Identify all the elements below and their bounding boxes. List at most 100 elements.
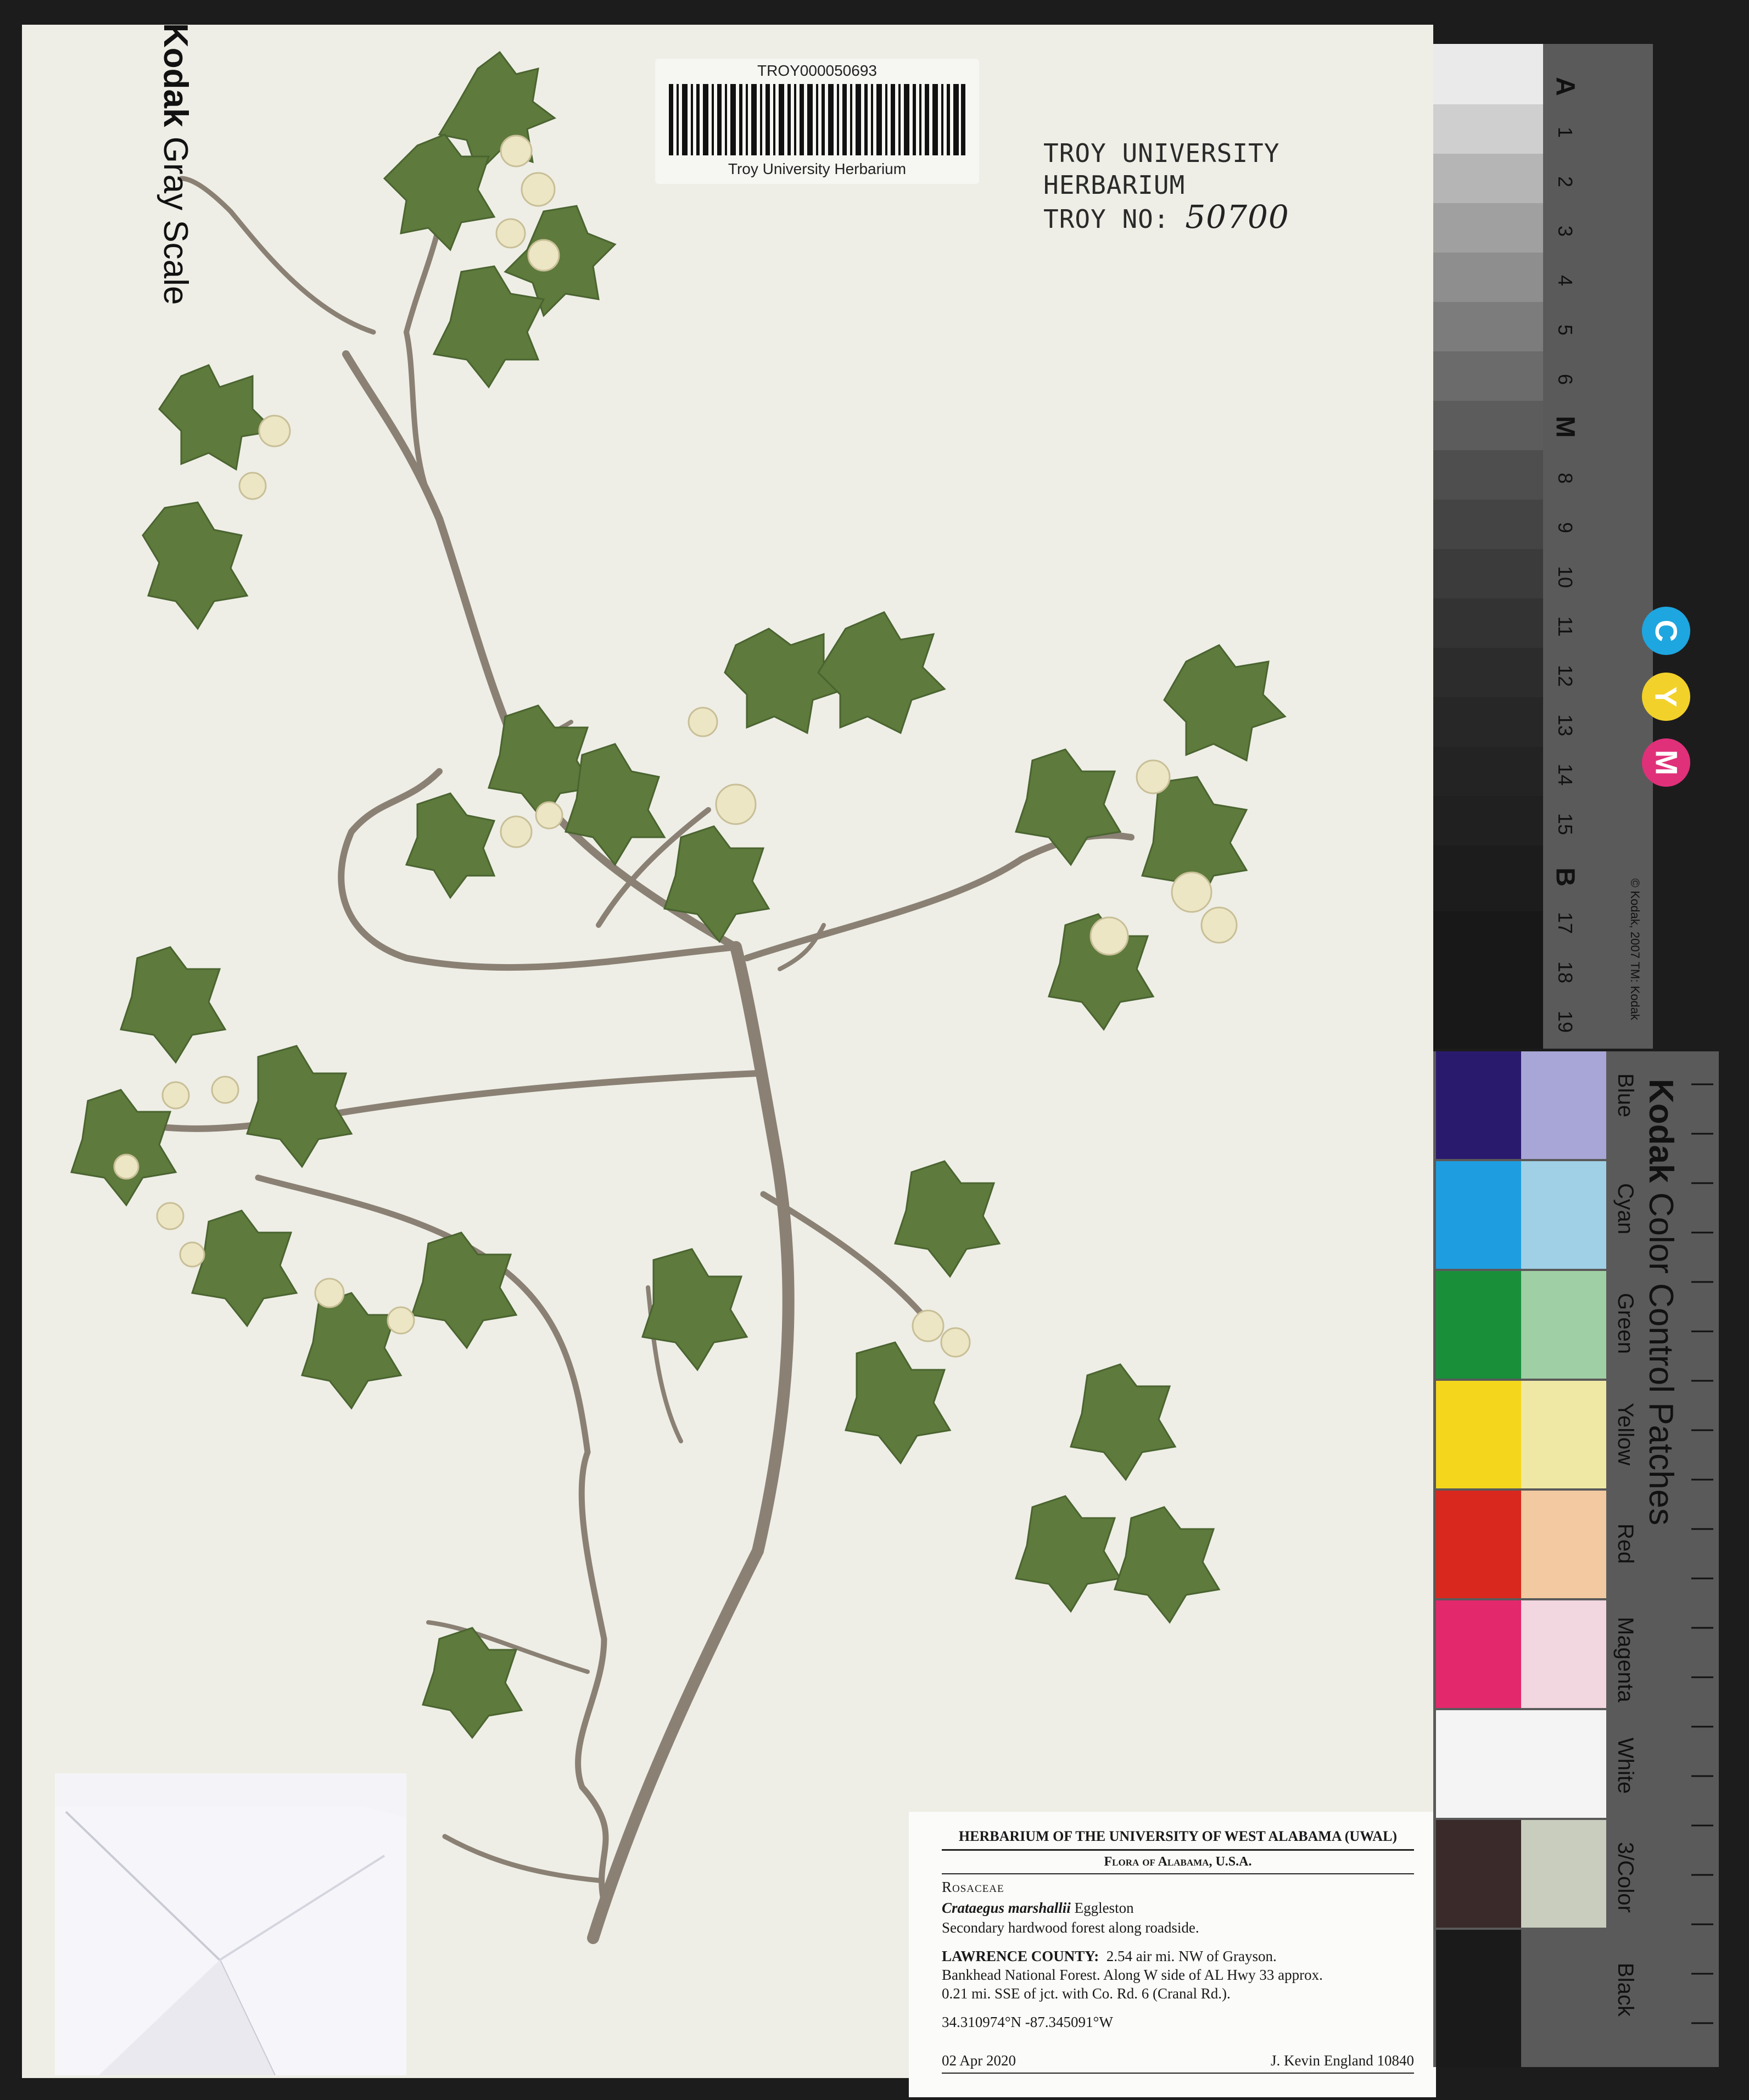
- leaf: [405, 792, 496, 899]
- patch-label-blue: Blue: [1613, 1073, 1638, 1118]
- flower: [387, 1306, 415, 1335]
- flower: [258, 415, 291, 447]
- flower: [527, 239, 560, 272]
- gray-scale-copyright: © Kodak, 2007 TM: Kodak: [1628, 878, 1642, 1020]
- scale-mark: M: [1550, 416, 1580, 438]
- flower: [940, 1327, 971, 1358]
- cm-ruler: [1691, 1083, 1713, 2024]
- flower: [1200, 906, 1238, 944]
- flower: [495, 218, 526, 249]
- locality-line3: 0.21 mi. SSE of jct. with Co. Rd. 6 (Cra…: [942, 1985, 1231, 2002]
- authority: Eggleston: [1074, 1900, 1134, 1916]
- patch-label-red: Red: [1613, 1524, 1638, 1564]
- flower: [161, 1081, 190, 1110]
- gray-scale-name: Gray Scale: [157, 136, 194, 305]
- flower: [535, 801, 563, 830]
- habitat: Secondary hardwood forest along roadside…: [942, 1919, 1199, 1936]
- scale-mark: 14: [1554, 763, 1577, 786]
- patch-label-black: Black: [1613, 1963, 1638, 2017]
- scale-mark: 3: [1554, 225, 1577, 237]
- scale-mark: 19: [1554, 1010, 1577, 1033]
- leaf: [894, 1160, 1001, 1278]
- family-name: Rosaceae: [942, 1879, 1004, 1895]
- main-stem: [587, 941, 795, 1944]
- collection-date: 02 Apr 2020: [942, 2052, 1016, 2069]
- flower: [238, 472, 267, 500]
- patch-label-green: Green: [1613, 1293, 1638, 1354]
- leaf: [246, 1045, 353, 1168]
- patch-label-white: White: [1613, 1738, 1638, 1794]
- yellow-dot: Y: [1642, 673, 1690, 721]
- stamp-prefix: TROY NO:: [1043, 204, 1170, 234]
- coordinates: 34.310974°N -87.345091°W: [942, 2014, 1113, 2030]
- branch: [442, 1834, 601, 1883]
- scale-mark: A: [1550, 77, 1580, 96]
- patch-label-yellow: Yellow: [1613, 1403, 1638, 1466]
- herbarium-stamp: TROY UNIVERSITY HERBARIUM TROY NO: 50700: [1043, 137, 1433, 235]
- branch: [178, 176, 376, 335]
- scale-mark: 11: [1554, 616, 1577, 637]
- leaf: [1114, 1506, 1221, 1624]
- envelope-folds: [55, 1806, 406, 2076]
- flower: [1136, 759, 1171, 794]
- barcode-bars: [669, 84, 965, 155]
- scale-mark: 4: [1554, 275, 1577, 287]
- leaf: [1163, 644, 1287, 762]
- leaf: [411, 1231, 518, 1349]
- flower: [314, 1278, 345, 1308]
- fragment-envelope: [55, 1773, 406, 2076]
- scale-mark: 6: [1554, 373, 1577, 385]
- scale-mark: 18: [1554, 961, 1577, 984]
- kodak-gray-scale: A 1 2 3 4 5 6 M 8 9 10 11 12 13 14 15 B …: [1433, 44, 1653, 1049]
- flower: [211, 1076, 239, 1104]
- flower: [1089, 916, 1129, 956]
- leaf: [301, 1292, 403, 1410]
- magenta-dot: M: [1642, 738, 1690, 787]
- accession-number: 50700: [1185, 198, 1289, 236]
- color-patches-title: Kodak Color Control Patches: [1641, 1079, 1680, 1525]
- flower: [1171, 871, 1212, 913]
- determination-label: HERBARIUM OF THE UNIVERSITY OF WEST ALAB…: [909, 1812, 1436, 2097]
- patch-label-magenta: Magenta: [1613, 1617, 1638, 1703]
- leaf: [1070, 1363, 1177, 1481]
- label-subheader: Flora of Alabama, U.S.A.: [1104, 1855, 1252, 1869]
- leaf: [158, 364, 277, 471]
- scale-mark: 2: [1554, 176, 1577, 188]
- scale-mark: 1: [1554, 126, 1577, 138]
- leaf: [1015, 748, 1122, 866]
- flower: [500, 135, 533, 167]
- leaf: [1015, 1495, 1122, 1613]
- scale-mark: 8: [1554, 472, 1577, 484]
- scale-mark: 5: [1554, 324, 1577, 336]
- specimen-drawing: [70, 51, 1287, 1944]
- label-header: HERBARIUM OF THE UNIVERSITY OF WEST ALAB…: [958, 1828, 1398, 1844]
- locality-line1: LAWRENCE COUNTY: 2.54 air mi. NW of Gray…: [942, 1948, 1277, 1965]
- taxon-name: Crataegus marshallii Eggleston: [942, 1900, 1134, 1917]
- patch-label-cyan: Cyan: [1613, 1183, 1638, 1235]
- leaf: [120, 946, 227, 1064]
- stamp-line2: TROY NO: 50700: [1043, 201, 1433, 235]
- leaf: [191, 1209, 298, 1328]
- leaf: [817, 611, 946, 735]
- scale-mark: 9: [1554, 522, 1577, 534]
- leaf: [432, 265, 545, 389]
- kodak-brand: Kodak: [1642, 1079, 1680, 1183]
- label-rule: [942, 2073, 1414, 2074]
- color-patches-name: Color Control Patches: [1642, 1192, 1680, 1526]
- locality-text: 2.54 air mi. NW of Grayson.: [1106, 1948, 1277, 1964]
- cyan-dot: C: [1642, 607, 1690, 655]
- leaf: [845, 1341, 952, 1465]
- herbarium-sheet: TROY000050693 Troy University Herbarium …: [22, 25, 1436, 2097]
- flower: [521, 172, 556, 207]
- leaf: [663, 825, 770, 943]
- stamp-line1: TROY UNIVERSITY HERBARIUM: [1043, 138, 1280, 200]
- barcode-number: TROY000050693: [757, 62, 877, 79]
- collector: J. Kevin England 10840: [1271, 2052, 1414, 2069]
- scale-mark: B: [1550, 867, 1580, 887]
- scale-mark: 15: [1554, 813, 1577, 836]
- gray-patches: [1433, 44, 1543, 1049]
- patch-label-3color: 3/Color: [1613, 1842, 1638, 1913]
- flower: [113, 1153, 139, 1180]
- scale-mark: 13: [1554, 714, 1577, 737]
- label-rule: [942, 1849, 1414, 1851]
